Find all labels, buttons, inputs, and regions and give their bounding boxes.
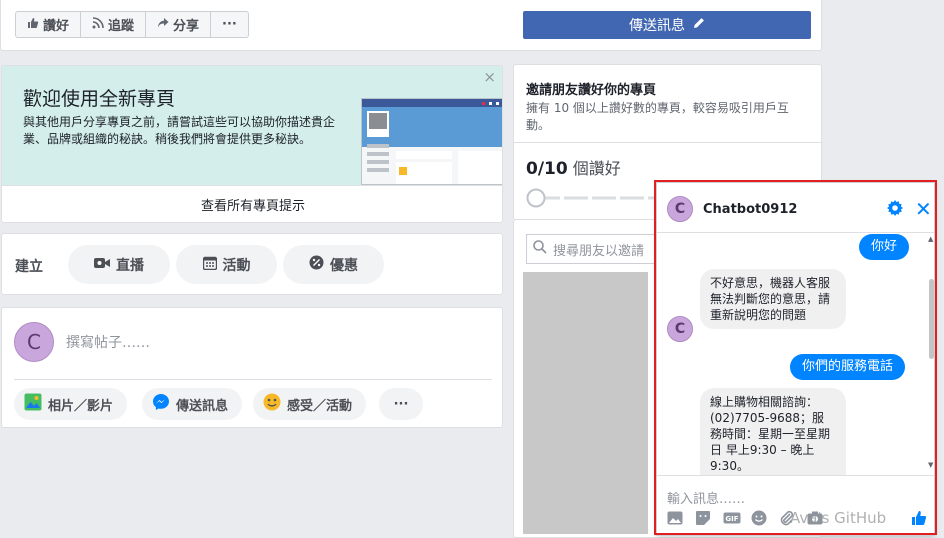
gif-icon[interactable]: GIF [723,510,741,526]
bot-avatar: C [667,316,693,342]
scroll-up-arrow-icon[interactable]: ▲ [928,235,933,243]
create-event-button[interactable]: 活動 [176,245,277,284]
page-action-buttons: 讚好 追蹤 分享 ··· [15,11,249,38]
create-label: 建立 [15,259,43,275]
chat-bot-name[interactable]: Chatbot0912 [703,202,797,217]
close-icon[interactable]: ✕ [915,197,932,221]
divider [14,379,492,380]
close-icon[interactable]: × [483,68,496,86]
follow-label: 追蹤 [108,19,135,34]
page-action-bar: 讚好 追蹤 分享 ··· 傳送訊息 [0,0,822,51]
thumbs-up-icon [27,17,39,33]
pencil-icon [693,17,705,33]
avatar: C [14,322,54,362]
message-incoming: 線上購物相關諮詢：(02)7705-9688；服務時間：星期一至星期日 早上9:… [700,388,846,475]
message-outgoing: 你們的服務電話 [790,354,906,380]
invite-title: 邀請朋友讚好你的專頁 [526,83,657,98]
create-offer-button[interactable]: 優惠 [283,245,384,284]
invite-description: 擁有 10 個以上讚好數的專頁，較容易吸引用戶互動。 [526,101,789,132]
create-card: 建立 直播 活動 優惠 [1,233,503,295]
like-label: 讚好 [43,19,70,34]
like-button[interactable]: 讚好 [16,12,82,37]
like-progress-count: 0/10 個讚好 [526,155,621,179]
page-preview-illustration [361,98,502,185]
share-arrow-icon [157,17,169,33]
create-event-label: 活動 [222,257,251,274]
messenger-chat-window: C Chatbot0912 ✕ ▲ ▼ 你好 不好意思，機器人客服無法判斷您的意… [657,183,934,535]
thumbs-up-icon[interactable] [911,510,927,530]
welcome-tips-card: 歡迎使用全新專頁 與其他用戶分享專頁之前，請嘗試這些可以協助你描述貴企業、品牌或… [1,65,503,223]
divider [514,142,823,143]
calendar-icon [202,256,217,274]
feeling-activity-button[interactable]: 感受／活動 [253,388,367,420]
write-post-input[interactable]: 撰寫帖子…… [66,332,150,352]
feeling-activity-label: 感受／活動 [287,398,353,414]
photo-video-label: 相片／影片 [48,398,114,414]
sticker-icon[interactable] [695,510,711,526]
message-outgoing: 你好 [859,234,910,260]
video-camera-icon [94,257,110,273]
welcome-description: 與其他用戶分享專頁之前，請嘗試這些可以協助你描述貴企業、品牌或組織的秘訣。稍後我… [23,115,336,146]
like-count-suffix: 個讚好 [572,159,621,178]
send-message-post-button[interactable]: 傳送訊息 [142,388,243,420]
create-offer-label: 優惠 [330,257,358,274]
more-post-options-button[interactable]: ··· [379,388,423,420]
smiley-icon [263,393,281,415]
send-message-post-label: 傳送訊息 [176,398,229,414]
send-message-button[interactable]: 傳送訊息 [523,11,811,39]
rss-icon [92,16,104,33]
emoji-icon[interactable] [751,510,767,526]
chat-avatar: C [667,196,693,222]
more-options-button[interactable]: ··· [211,12,248,37]
share-label: 分享 [173,19,200,34]
welcome-title: 歡迎使用全新專頁 [23,88,176,110]
messenger-icon [152,393,170,415]
photo-icon [24,393,42,415]
follow-button[interactable]: 追蹤 [81,12,147,37]
scroll-down-arrow-icon[interactable]: ▼ [928,461,933,469]
friend-search-placeholder: 搜尋朋友以邀請 [553,243,645,259]
send-message-label: 傳送訊息 [629,18,685,34]
go-live-label: 直播 [116,257,144,274]
chat-message-input[interactable]: 輸入訊息…… [667,488,745,507]
gear-icon[interactable] [887,200,903,220]
watermark: Ava's GitHub [790,509,887,527]
friend-photo-placeholder [523,272,648,534]
percent-tag-icon [309,255,324,274]
message-incoming: 不好意思，機器人客服無法判斷您的意思，請重新說明您的問題 [700,269,846,329]
go-live-button[interactable]: 直播 [68,245,170,284]
chat-header: C Chatbot0912 ✕ [657,183,934,233]
view-all-tips-link[interactable]: 查看所有專頁提示 [2,185,502,222]
search-icon [533,240,547,258]
chat-scrollbar[interactable] [929,279,934,359]
post-composer-card: C 撰寫帖子…… 相片／影片 傳送訊息 感受／活動 ··· [1,307,503,428]
like-count-value: 0/10 [526,159,568,179]
friend-search-input[interactable]: 搜尋朋友以邀請 [526,234,676,264]
share-button[interactable]: 分享 [146,12,212,37]
svg-text:GIF: GIF [725,515,738,523]
photo-icon[interactable] [667,510,683,526]
photo-video-button[interactable]: 相片／影片 [14,388,128,420]
